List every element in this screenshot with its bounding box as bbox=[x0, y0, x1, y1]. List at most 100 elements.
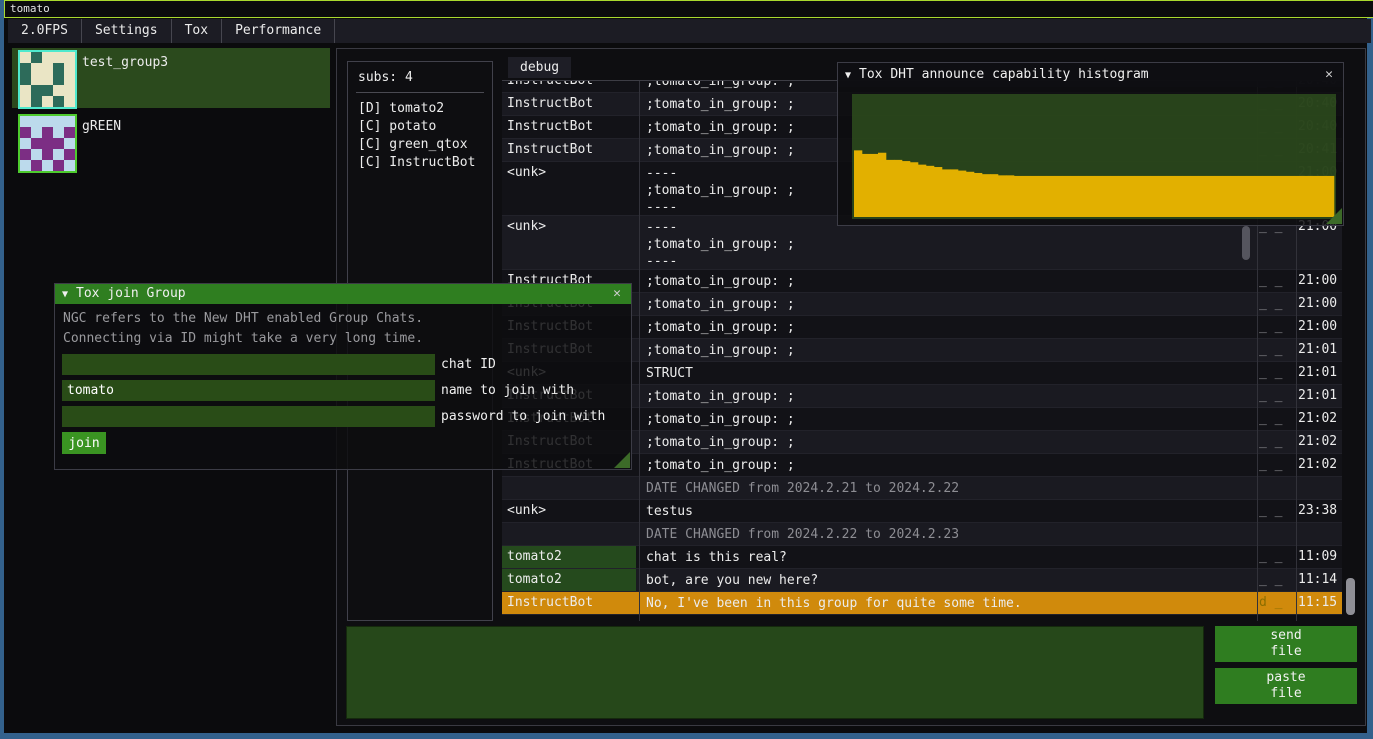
message-text: ;tomato_in_group: ; bbox=[646, 434, 1256, 451]
panel-scrollbar-thumb[interactable] bbox=[1346, 578, 1355, 615]
subs-member: [C] InstructBot bbox=[358, 154, 475, 172]
group-name-label: test_group3 bbox=[82, 55, 168, 70]
ngc-info-line1: NGC refers to the New DHT enabled Group … bbox=[63, 311, 423, 326]
histogram-plot bbox=[852, 94, 1336, 219]
app-window: tomato 2.0FPS SettingsToxPerformance tes… bbox=[0, 0, 1373, 739]
join-field-row: chat ID bbox=[62, 354, 435, 375]
histogram-window-titlebar: ▼ Tox DHT announce capability histogram ✕ bbox=[838, 63, 1343, 87]
chat-row[interactable]: DATE CHANGED from 2024.2.22 to 2024.2.23 bbox=[502, 523, 1342, 546]
subs-count: subs: 4 bbox=[358, 70, 413, 85]
message-text: ;tomato_in_group: ; bbox=[646, 388, 1256, 405]
timestamp: 11:09 bbox=[1298, 549, 1337, 564]
sender-name[interactable]: tomato2 bbox=[502, 546, 636, 568]
ngc-info-line2: Connecting via ID might take a very long… bbox=[63, 331, 423, 346]
timestamp: 21:01 bbox=[1298, 365, 1337, 380]
sender-name[interactable]: <unk> bbox=[502, 162, 636, 215]
join-field-row: name to join with bbox=[62, 380, 435, 401]
histogram-window-title: Tox DHT announce capability histogram bbox=[859, 67, 1149, 82]
message-text: ;tomato_in_group: ; bbox=[646, 457, 1256, 474]
chat-scrollbar-thumb[interactable] bbox=[1242, 226, 1250, 260]
resize-grip[interactable] bbox=[614, 452, 630, 468]
fps-counter: 2.0FPS bbox=[8, 19, 82, 43]
timestamp: 21:00 bbox=[1298, 273, 1337, 288]
delivery-flags: _ _ bbox=[1259, 319, 1293, 334]
chat-row[interactable]: <unk> testus_ _ 23:38 bbox=[502, 500, 1342, 523]
paste-file-button[interactable]: paste file bbox=[1215, 668, 1357, 704]
message-text: ;tomato_in_group: ; bbox=[646, 319, 1256, 336]
menu-bar: 2.0FPS SettingsToxPerformance bbox=[8, 19, 1371, 43]
message-text: ;tomato_in_group: ; bbox=[646, 273, 1256, 290]
system-message: DATE CHANGED from 2024.2.21 to 2024.2.22 bbox=[646, 480, 1256, 497]
delivery-flags: _ _ bbox=[1259, 503, 1293, 518]
timestamp: 11:15 bbox=[1298, 595, 1337, 610]
sender-name[interactable]: tomato2 bbox=[502, 569, 636, 591]
menu-item-performance[interactable]: Performance bbox=[222, 19, 335, 43]
collapse-icon[interactable]: ▼ bbox=[845, 64, 851, 88]
message-input[interactable] bbox=[346, 626, 1204, 719]
delivery-flags: _ _ bbox=[1259, 273, 1293, 288]
timestamp: 11:14 bbox=[1298, 572, 1337, 587]
tab-debug[interactable]: debug bbox=[508, 57, 571, 78]
delivery-flags: _ _ bbox=[1259, 365, 1293, 380]
message-text: chat is this real? bbox=[646, 549, 1256, 566]
delivery-flags: _ _ bbox=[1259, 296, 1293, 311]
sender-name[interactable]: <unk> bbox=[502, 216, 636, 269]
sender-name[interactable]: InstructBot bbox=[502, 139, 636, 161]
close-icon[interactable]: ✕ bbox=[1321, 63, 1337, 87]
group-avatar bbox=[18, 114, 77, 173]
join-name-input[interactable] bbox=[62, 380, 435, 401]
resize-grip[interactable] bbox=[1326, 208, 1342, 224]
sender-name[interactable]: InstructBot bbox=[502, 116, 636, 138]
chat-row[interactable]: DATE CHANGED from 2024.2.21 to 2024.2.22 bbox=[502, 477, 1342, 500]
delivery-flags: _ _ bbox=[1259, 434, 1293, 449]
join-field-row: password to join with bbox=[62, 406, 435, 427]
subs-member: [D] tomato2 bbox=[358, 100, 475, 118]
join-password-input[interactable] bbox=[62, 406, 435, 427]
timestamp: 21:02 bbox=[1298, 434, 1337, 449]
menu-item-tox[interactable]: Tox bbox=[172, 19, 222, 43]
timestamp: 23:38 bbox=[1298, 503, 1337, 518]
timestamp: 21:02 bbox=[1298, 411, 1337, 426]
message-text: ---- ;tomato_in_group: ; ---- bbox=[646, 219, 1256, 270]
chat-row[interactable]: InstructBot No, I've been in this group f… bbox=[502, 592, 1342, 615]
timestamp: 21:02 bbox=[1298, 457, 1337, 472]
menu-item-settings[interactable]: Settings bbox=[82, 19, 172, 43]
delivery-flags: _ _ bbox=[1259, 411, 1293, 426]
close-icon[interactable]: ✕ bbox=[609, 284, 625, 304]
group-avatar bbox=[18, 50, 77, 109]
message-text: bot, are you new here? bbox=[646, 572, 1256, 589]
timestamp: 21:00 bbox=[1298, 319, 1337, 334]
field-label: name to join with bbox=[441, 383, 574, 398]
sender-name[interactable]: InstructBot bbox=[502, 592, 636, 614]
message-text: testus bbox=[646, 503, 1256, 520]
message-text: ;tomato_in_group: ; bbox=[646, 296, 1256, 313]
window-titlebar: tomato bbox=[4, 0, 1373, 18]
join-button[interactable]: join bbox=[62, 432, 106, 454]
join-group-window: ▼ Tox join Group ✕ NGC refers to the New … bbox=[54, 283, 632, 470]
delivery-flags: _ _ bbox=[1259, 572, 1293, 587]
group-name-label: gREEN bbox=[82, 119, 121, 134]
chat-id-input[interactable] bbox=[62, 354, 435, 375]
sender-name[interactable]: <unk> bbox=[502, 500, 636, 522]
group-item-gREEN[interactable]: gREEN bbox=[12, 112, 330, 172]
sender-name[interactable]: InstructBot bbox=[502, 93, 636, 115]
delivery-flags: _ _ bbox=[1259, 457, 1293, 472]
dht-histogram-window: ▼ Tox DHT announce capability histogram ✕ bbox=[837, 62, 1344, 226]
subs-member: [C] potato bbox=[358, 118, 475, 136]
delivery-flags: _ _ bbox=[1259, 549, 1293, 564]
field-label: password to join with bbox=[441, 409, 605, 424]
chat-row[interactable]: tomato2 bot, are you new here?_ _ 11:14 bbox=[502, 569, 1342, 592]
chat-row[interactable]: tomato2 chat is this real?_ _ 11:09 bbox=[502, 546, 1342, 569]
join-window-title: Tox join Group bbox=[76, 286, 186, 301]
send-file-button[interactable]: send file bbox=[1215, 626, 1357, 662]
sender-name[interactable]: InstructBot bbox=[502, 81, 636, 92]
timestamp: 21:01 bbox=[1298, 342, 1337, 357]
message-text: STRUCT bbox=[646, 365, 1256, 382]
collapse-icon[interactable]: ▼ bbox=[62, 285, 68, 305]
message-text: No, I've been in this group for quite so… bbox=[646, 595, 1256, 612]
timestamp: 21:00 bbox=[1298, 296, 1337, 311]
separator bbox=[356, 92, 484, 93]
system-message: DATE CHANGED from 2024.2.22 to 2024.2.23 bbox=[646, 526, 1256, 543]
group-item-test_group3[interactable]: test_group3 bbox=[12, 48, 330, 108]
field-label: chat ID bbox=[441, 357, 496, 372]
